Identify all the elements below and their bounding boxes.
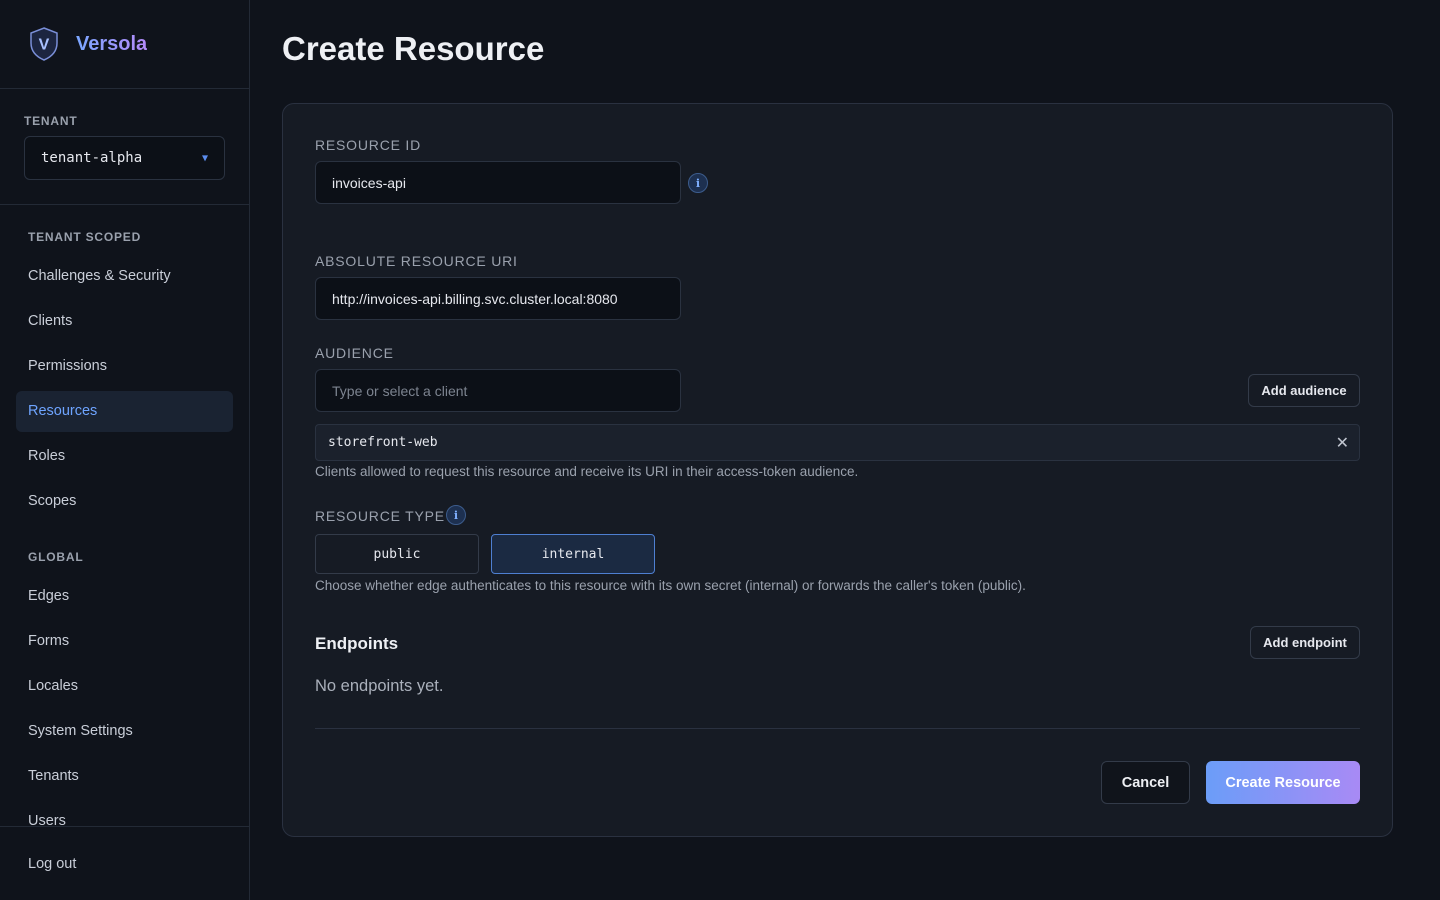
resource-uri-input[interactable]: http://invoices-api.billing.svc.cluster.… — [315, 277, 681, 320]
logout-area: Log out — [0, 826, 249, 900]
nav-section-tenant-scoped: TENANT SCOPED — [28, 230, 142, 244]
sidebar-item-clients[interactable]: Clients — [16, 301, 233, 342]
resource-type-help-text: Choose whether edge authenticates to thi… — [315, 578, 1026, 593]
cancel-button[interactable]: Cancel — [1101, 761, 1190, 804]
sidebar-item-users[interactable]: Users — [16, 801, 233, 826]
divider — [315, 728, 1360, 729]
sidebar-item-resources[interactable]: Resources — [16, 391, 233, 432]
endpoints-title: Endpoints — [315, 634, 399, 653]
sidebar-item-roles[interactable]: Roles — [16, 436, 233, 477]
sidebar-item-locales[interactable]: Locales — [16, 666, 233, 707]
resource-id-input[interactable]: invoices-api — [315, 161, 681, 204]
info-icon[interactable]: i — [446, 505, 466, 525]
audience-input[interactable]: Type or select a client — [315, 369, 681, 412]
endpoints-empty-text: No endpoints yet. — [315, 677, 444, 695]
tenant-select[interactable]: tenant-alpha ▼ — [24, 136, 225, 180]
svg-text:V: V — [39, 37, 50, 54]
sidebar-nav: TENANT SCOPED Challenges & Security Clie… — [0, 205, 249, 826]
audience-help-text: Clients allowed to request this resource… — [315, 464, 859, 479]
create-resource-button[interactable]: Create Resource — [1206, 761, 1360, 804]
sidebar-item-system-settings[interactable]: System Settings — [16, 711, 233, 752]
resource-id-label: RESOURCE ID — [315, 137, 422, 153]
create-resource-form: RESOURCE ID invoices-api i ABSOLUTE RESO… — [282, 103, 1393, 837]
shield-v-icon: V — [30, 27, 58, 61]
audience-chip: storefront-web ✕ — [315, 424, 1360, 461]
add-audience-button[interactable]: Add audience — [1248, 374, 1360, 407]
resource-uri-label: ABSOLUTE RESOURCE URI — [315, 253, 518, 269]
sidebar-item-tenants[interactable]: Tenants — [16, 756, 233, 797]
caret-down-icon: ▼ — [201, 152, 208, 164]
tenant-block: TENANT tenant-alpha ▼ — [0, 89, 249, 205]
page-title: Create Resource — [282, 30, 545, 67]
audience-chip-label: storefront-web — [328, 435, 438, 450]
sidebar-item-challenges-security[interactable]: Challenges & Security — [16, 256, 233, 297]
sidebar-item-permissions[interactable]: Permissions — [16, 346, 233, 387]
close-icon[interactable]: ✕ — [1336, 433, 1349, 452]
sidebar: V Versola TENANT tenant-alpha ▼ TENANT S… — [0, 0, 250, 900]
add-endpoint-button[interactable]: Add endpoint — [1250, 626, 1360, 659]
tenant-select-value: tenant-alpha — [41, 150, 143, 166]
sidebar-item-edges[interactable]: Edges — [16, 576, 233, 617]
nav-section-global: GLOBAL — [28, 550, 84, 564]
resource-type-internal-button[interactable]: internal — [491, 534, 655, 574]
logout-link[interactable]: Log out — [28, 856, 76, 872]
resource-type-label: RESOURCE TYPE — [315, 508, 445, 524]
tenant-label: TENANT — [24, 114, 78, 128]
resource-type-public-button[interactable]: public — [315, 534, 479, 574]
audience-label: AUDIENCE — [315, 345, 394, 361]
sidebar-item-scopes[interactable]: Scopes — [16, 481, 233, 522]
info-icon[interactable]: i — [688, 173, 708, 193]
brand-name: Versola — [76, 32, 148, 55]
brand[interactable]: V Versola — [0, 0, 249, 89]
sidebar-item-forms[interactable]: Forms — [16, 621, 233, 662]
